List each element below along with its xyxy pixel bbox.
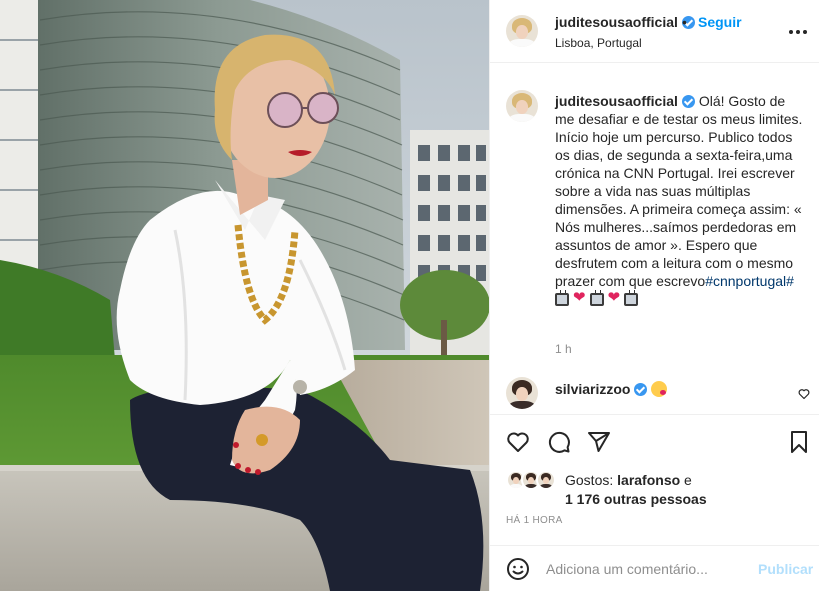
post-side-panel: juditesousaofficial • Seguir Lisboa, Por…: [489, 0, 819, 591]
post-photo[interactable]: [0, 0, 489, 591]
likes-conjunction: e: [680, 472, 692, 488]
caption-text: Olá! Gosto de me desafiar e de testar os…: [555, 93, 803, 289]
post-timestamp[interactable]: HÁ 1 HORA: [506, 515, 563, 526]
follow-button[interactable]: Seguir: [698, 14, 742, 30]
post-caption: juditesousaofficial Olá! Gosto de me des…: [555, 92, 808, 308]
author-avatar[interactable]: [506, 15, 538, 47]
comment-composer: Publicar: [490, 545, 819, 591]
red-heart-emoji-icon: ❤: [573, 289, 586, 306]
bookmark-icon[interactable]: [787, 430, 811, 454]
comments-list[interactable]: juditesousaofficial Olá! Gosto de me des…: [490, 64, 819, 415]
post-header: juditesousaofficial • Seguir Lisboa, Por…: [490, 0, 819, 63]
liker-avatars[interactable]: [506, 470, 560, 490]
liker-username-link[interactable]: larafonso: [617, 472, 680, 488]
comment-input[interactable]: [546, 558, 746, 580]
publish-button[interactable]: Publicar: [758, 561, 813, 577]
caption-username[interactable]: juditesousaofficial: [555, 93, 678, 109]
commenter-avatar[interactable]: [506, 377, 538, 409]
emoji-picker-icon[interactable]: [506, 557, 530, 581]
caption-emojis: ❤ ❤: [555, 289, 639, 306]
red-heart-emoji-icon: ❤: [607, 289, 621, 306]
caption-time[interactable]: 1 h: [555, 342, 572, 356]
likes-summary: Gostos: larafonso e 1 176 outras pessoas: [506, 470, 806, 510]
comment-like-heart-icon[interactable]: [798, 388, 810, 400]
verified-badge-icon: [634, 383, 648, 396]
hashtag-link[interactable]: #cnnportugal#: [705, 273, 794, 289]
caption-author-avatar[interactable]: [506, 90, 538, 122]
verified-badge-icon: [681, 95, 695, 108]
kiss-face-emoji-icon: [651, 381, 668, 397]
comment-icon[interactable]: [547, 430, 571, 454]
more-horizontal-icon[interactable]: [786, 20, 810, 44]
action-bar: [490, 416, 819, 466]
liker-avatar: [536, 470, 556, 490]
post-photo-illustration: [0, 0, 489, 591]
author-username[interactable]: juditesousaofficial: [555, 14, 678, 30]
tv-emoji-icon: [624, 290, 639, 306]
likes-prefix: Gostos:: [565, 472, 618, 488]
post-location[interactable]: Lisboa, Portugal: [555, 36, 642, 50]
share-icon[interactable]: [587, 430, 611, 454]
likes-others-link[interactable]: 1 176 outras pessoas: [565, 491, 707, 507]
comment-body: silviarizzoo: [555, 381, 668, 397]
tv-emoji-icon: [589, 290, 604, 306]
likes-first-line: Gostos: larafonso e: [565, 472, 692, 488]
commenter-username[interactable]: silviarizzoo: [555, 381, 630, 397]
heart-icon[interactable]: [506, 430, 530, 454]
separator-dot: •: [682, 14, 687, 30]
tv-emoji-icon: [555, 290, 569, 306]
author-username-link[interactable]: juditesousaofficial: [555, 14, 695, 30]
